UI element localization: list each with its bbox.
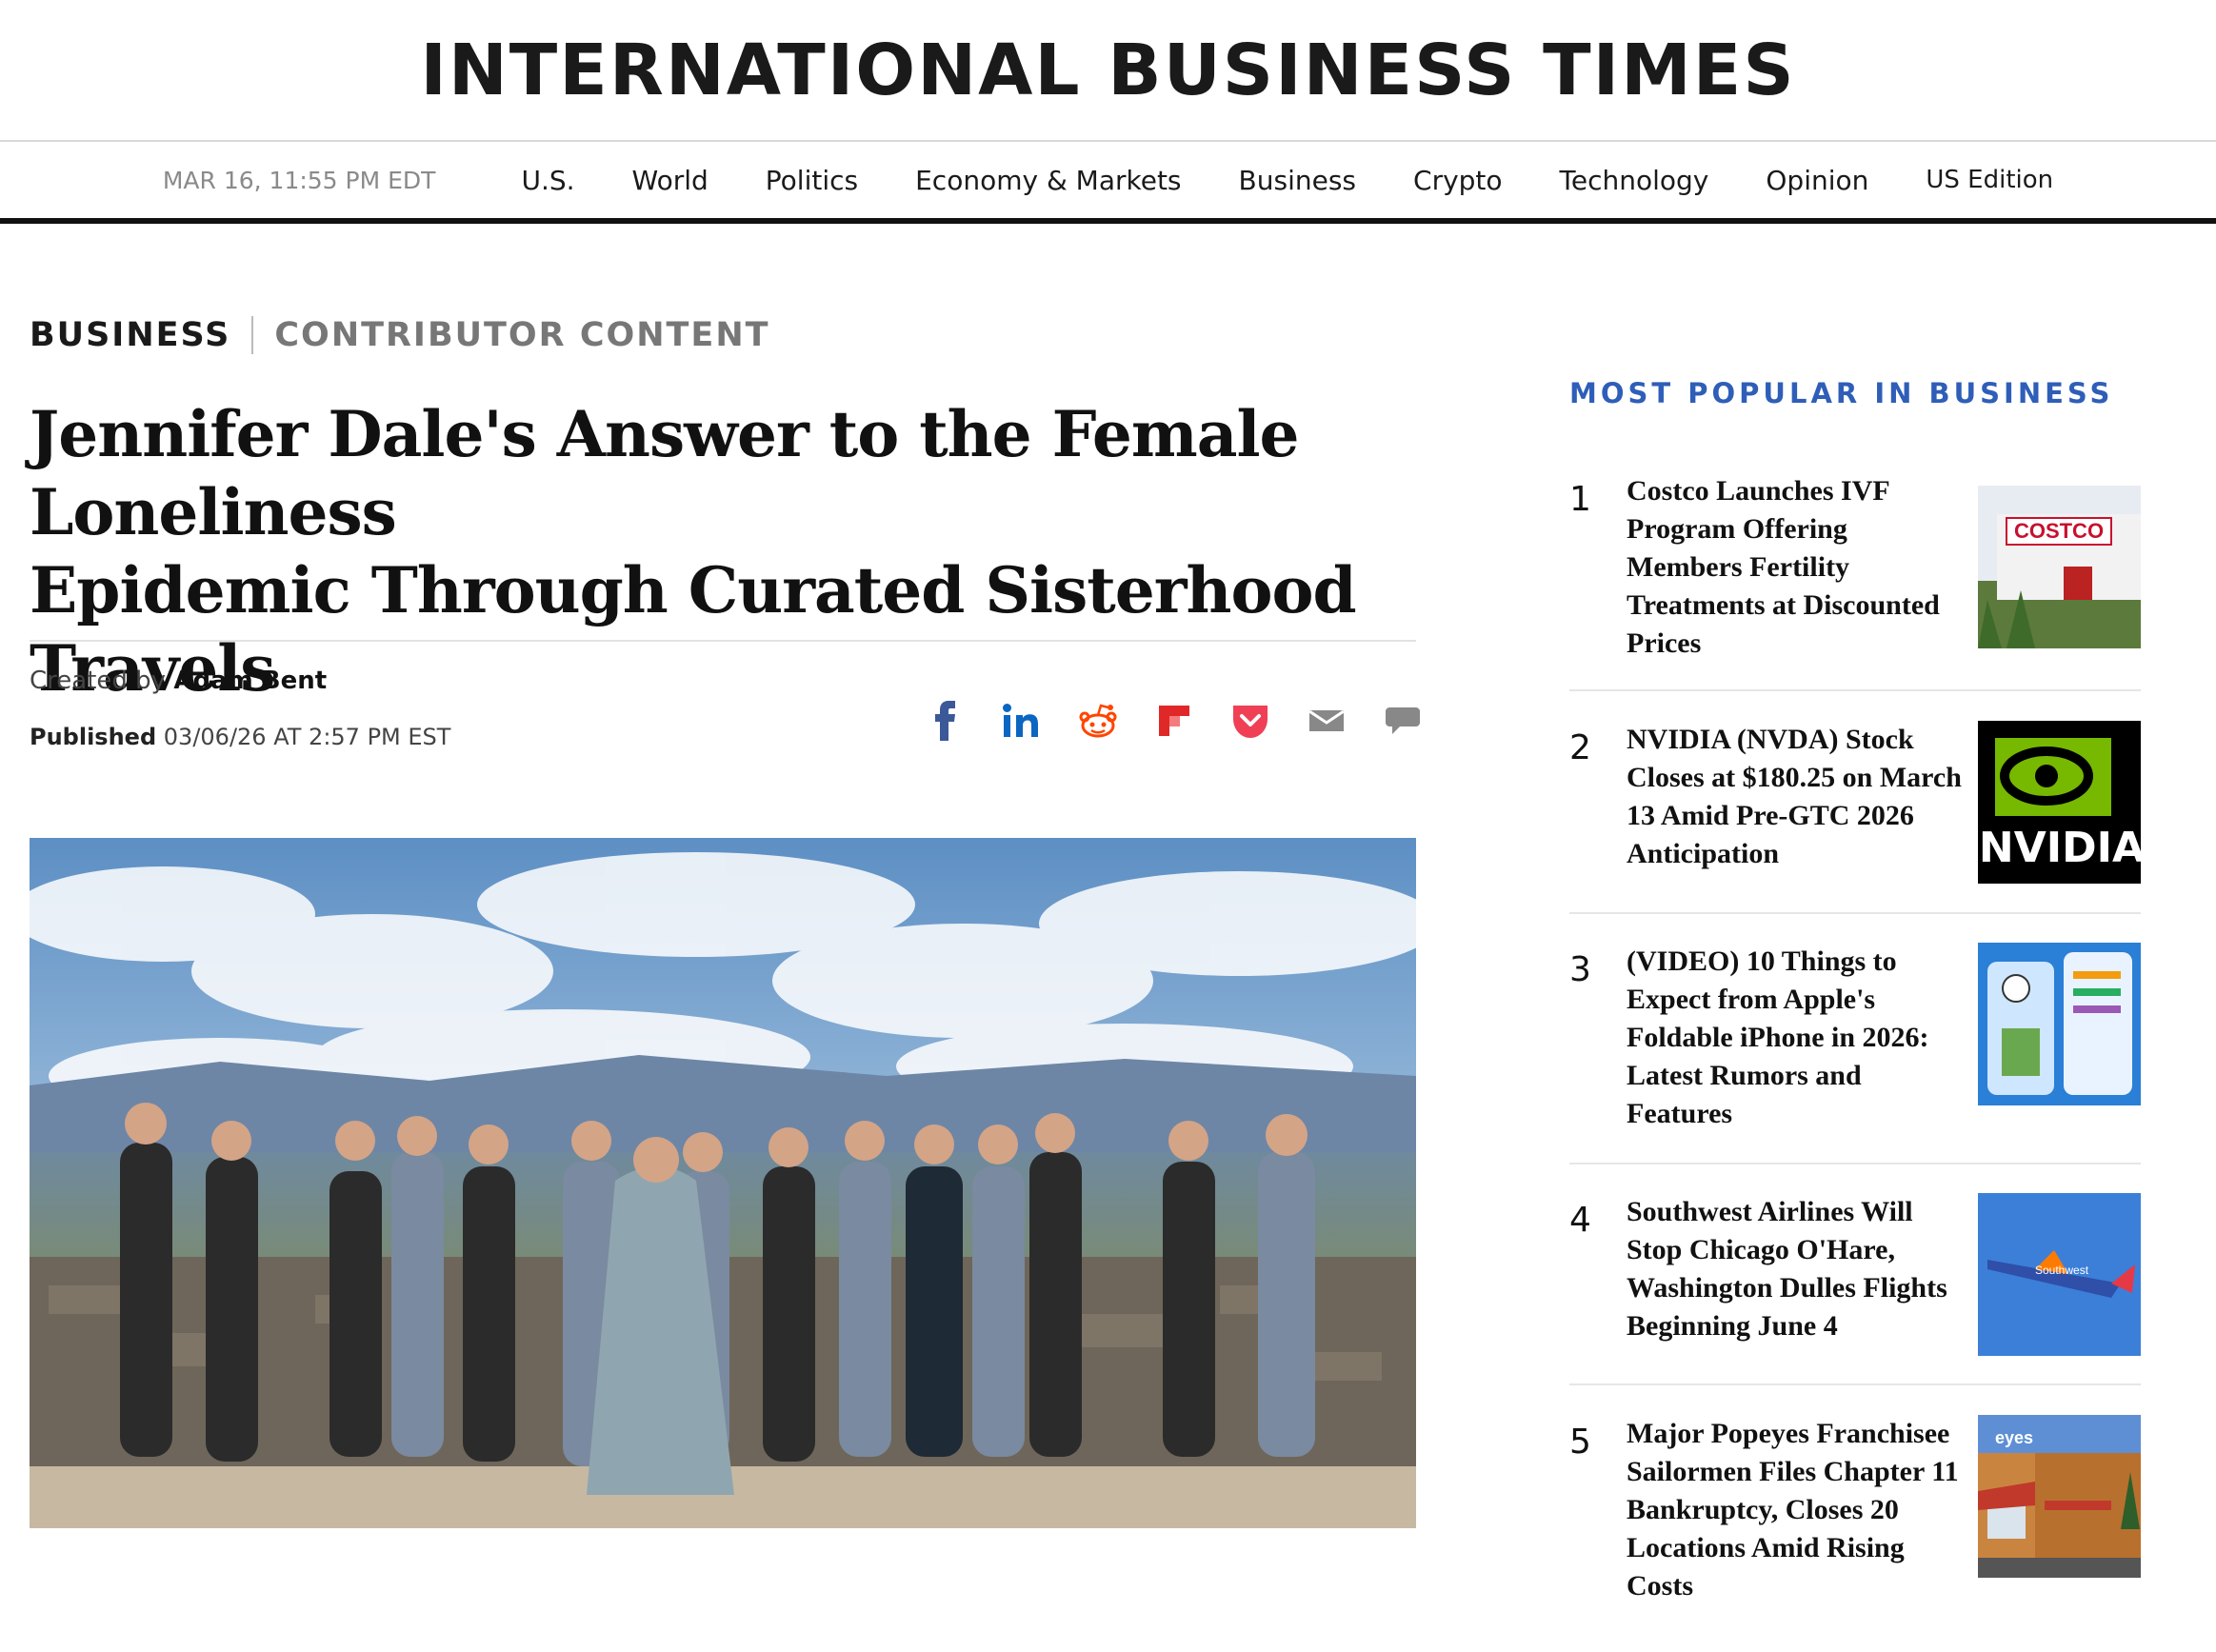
pocket-icon[interactable]: [1228, 699, 1272, 743]
popular-title-link[interactable]: Major Popeyes Franchisee Sailormen Files…: [1627, 1415, 1969, 1605]
nav-item-crypto[interactable]: Crypto: [1413, 165, 1503, 196]
popular-rank: 5: [1569, 1423, 1591, 1462]
thumb-popeyes-text: eyes: [1995, 1428, 2033, 1447]
share-bar: [924, 697, 1425, 745]
sidebar-divider: [1569, 912, 2141, 914]
article-hero-image: [30, 838, 1416, 1528]
byline-label: Created by: [30, 667, 167, 695]
nav-item-us[interactable]: U.S.: [521, 165, 574, 196]
popular-title-link[interactable]: (VIDEO) 10 Things to Expect from Apple's…: [1627, 943, 1969, 1133]
nav-item-world[interactable]: World: [632, 165, 709, 196]
category-link[interactable]: BUSINESS: [30, 316, 230, 354]
reddit-icon[interactable]: [1076, 699, 1120, 743]
linkedin-icon[interactable]: [1000, 699, 1044, 743]
popular-thumbnail[interactable]: COSTCO: [1978, 486, 2141, 648]
byline: Created by Adam Bent: [30, 667, 327, 695]
edition-selector[interactable]: US Edition: [1926, 166, 2053, 194]
nav-item-politics[interactable]: Politics: [766, 165, 858, 196]
popular-rank: 2: [1569, 728, 1591, 767]
article-category: BUSINESS CONTRIBUTOR CONTENT: [30, 316, 770, 354]
nav-item-business[interactable]: Business: [1239, 165, 1356, 196]
site-logo[interactable]: INTERNATIONAL BUSINESS TIMES: [420, 30, 1795, 111]
sidebar-divider: [1569, 1383, 2141, 1385]
popular-rank: 3: [1569, 950, 1591, 989]
content-type-label: CONTRIBUTOR CONTENT: [274, 316, 770, 354]
comment-icon[interactable]: [1381, 699, 1425, 743]
popular-thumbnail[interactable]: eyes: [1978, 1415, 2141, 1578]
published-label: Published: [30, 724, 157, 750]
sidebar-divider: [1569, 689, 2141, 691]
published-value: 03/06/26 AT 2:57 PM EST: [163, 724, 451, 750]
divider: [30, 640, 1416, 642]
facebook-icon[interactable]: [924, 699, 968, 743]
popular-rank: 1: [1569, 480, 1591, 519]
nav-date: MAR 16, 11:55 PM EDT: [162, 166, 436, 194]
email-icon[interactable]: [1305, 699, 1348, 743]
publish-date: Published 03/06/26 AT 2:57 PM EST: [30, 724, 450, 750]
popular-item: 3 (VIDEO) 10 Things to Expect from Apple…: [1569, 943, 2141, 1133]
article-headline: Jennifer Dale's Answer to the Female Lon…: [30, 395, 1439, 707]
nav-item-opinion[interactable]: Opinion: [1766, 165, 1868, 196]
popular-item: 1 Costco Launches IVF Program Offering M…: [1569, 472, 2141, 663]
headline-line-1: Jennifer Dale's Answer to the Female Lon…: [30, 397, 1300, 549]
popular-item: 4 Southwest Airlines Will Stop Chicago O…: [1569, 1193, 2141, 1356]
sidebar-divider: [1569, 1163, 2141, 1164]
popular-title-link[interactable]: Southwest Airlines Will Stop Chicago O'H…: [1627, 1193, 1969, 1345]
popular-item: 5 Major Popeyes Franchisee Sailormen Fil…: [1569, 1415, 2141, 1605]
thumb-nvidia-text: NVIDIA: [1979, 824, 2141, 872]
sidebar-title: MOST POPULAR IN BUSINESS: [1569, 377, 2114, 409]
popular-thumbnail[interactable]: [1978, 943, 2141, 1105]
popular-thumbnail[interactable]: NVIDIA: [1978, 721, 2141, 884]
popular-title-link[interactable]: NVIDIA (NVDA) Stock Closes at $180.25 on…: [1627, 721, 1969, 873]
masthead: INTERNATIONAL BUSINESS TIMES: [0, 0, 2216, 142]
popular-item: 2 NVIDIA (NVDA) Stock Closes at $180.25 …: [1569, 721, 2141, 884]
category-divider: [251, 316, 254, 354]
popular-title-link[interactable]: Costco Launches IVF Program Offering Mem…: [1627, 472, 1969, 663]
author-link[interactable]: Adam Bent: [173, 667, 327, 695]
thumb-costco-text: COSTCO: [2014, 519, 2104, 543]
flipboard-icon[interactable]: [1152, 699, 1196, 743]
nav-item-technology[interactable]: Technology: [1560, 165, 1709, 196]
main-nav: MAR 16, 11:55 PM EDT U.S. World Politics…: [0, 142, 2216, 224]
popular-thumbnail[interactable]: Southwest: [1978, 1193, 2141, 1356]
nav-item-economy-markets[interactable]: Economy & Markets: [915, 165, 1181, 196]
popular-rank: 4: [1569, 1201, 1591, 1240]
thumb-southwest-text: Southwest: [2035, 1264, 2089, 1277]
